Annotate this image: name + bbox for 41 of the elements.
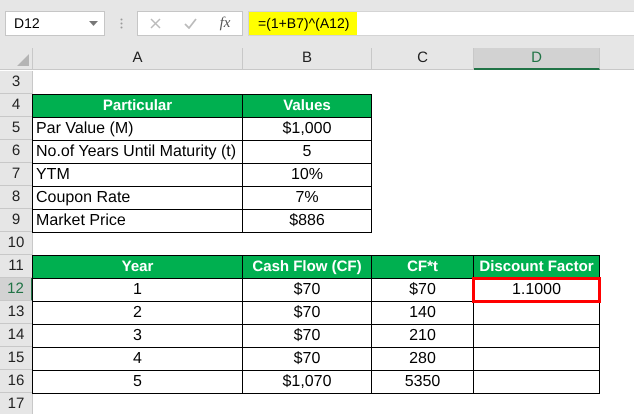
table-header-cell: Discount Factor: [473, 255, 600, 279]
row-header[interactable]: 9: [0, 209, 33, 232]
insert-function-button[interactable]: fx: [220, 12, 230, 35]
table-header-cell: Year: [32, 255, 243, 279]
column-header[interactable]: [600, 48, 634, 70]
table-cell: 5: [32, 370, 243, 394]
table-header-cell: Cash Flow (CF): [242, 255, 372, 279]
row-header[interactable]: 4: [0, 94, 33, 117]
highlighted-formula: =(1+B7)^(A12): [249, 12, 358, 35]
table-cell[interactable]: 1.1000: [473, 278, 600, 302]
row-header[interactable]: 17: [0, 393, 33, 414]
column-header[interactable]: C: [372, 48, 474, 70]
column-header[interactable]: B: [243, 48, 372, 70]
name-box[interactable]: D12: [5, 11, 105, 36]
row-header[interactable]: 3: [0, 71, 33, 94]
row-header[interactable]: 12: [0, 278, 33, 301]
select-all-corner[interactable]: [0, 48, 33, 70]
grip-dots-icon: [120, 18, 122, 29]
row-header[interactable]: 11: [0, 255, 33, 278]
cell-reference: D12: [14, 14, 40, 33]
row-header[interactable]: 8: [0, 186, 33, 209]
row-header[interactable]: 14: [0, 324, 33, 347]
row-header[interactable]: 15: [0, 347, 33, 370]
column-header[interactable]: A: [33, 48, 243, 70]
row-header[interactable]: 10: [0, 232, 33, 255]
row-header[interactable]: 7: [0, 163, 33, 186]
table-header-cell: Values: [242, 94, 372, 118]
check-icon[interactable]: [184, 18, 197, 29]
corner-triangle-icon[interactable]: [17, 54, 29, 66]
row-header[interactable]: 6: [0, 140, 33, 163]
column-header[interactable]: D: [474, 48, 600, 70]
table-cell: Market Price: [32, 209, 243, 233]
row-header[interactable]: 16: [0, 370, 33, 393]
dropdown-caret-icon[interactable]: [89, 21, 98, 26]
formula-field[interactable]: =(1+B7)^(A12): [248, 11, 634, 36]
row-header[interactable]: 13: [0, 301, 33, 324]
row-header[interactable]: 5: [0, 117, 33, 140]
cancel-icon[interactable]: [150, 18, 161, 29]
table-header-cell: Particular: [32, 94, 243, 118]
table-cell: $886: [242, 209, 372, 233]
table-header-cell: CF*t: [371, 255, 474, 279]
